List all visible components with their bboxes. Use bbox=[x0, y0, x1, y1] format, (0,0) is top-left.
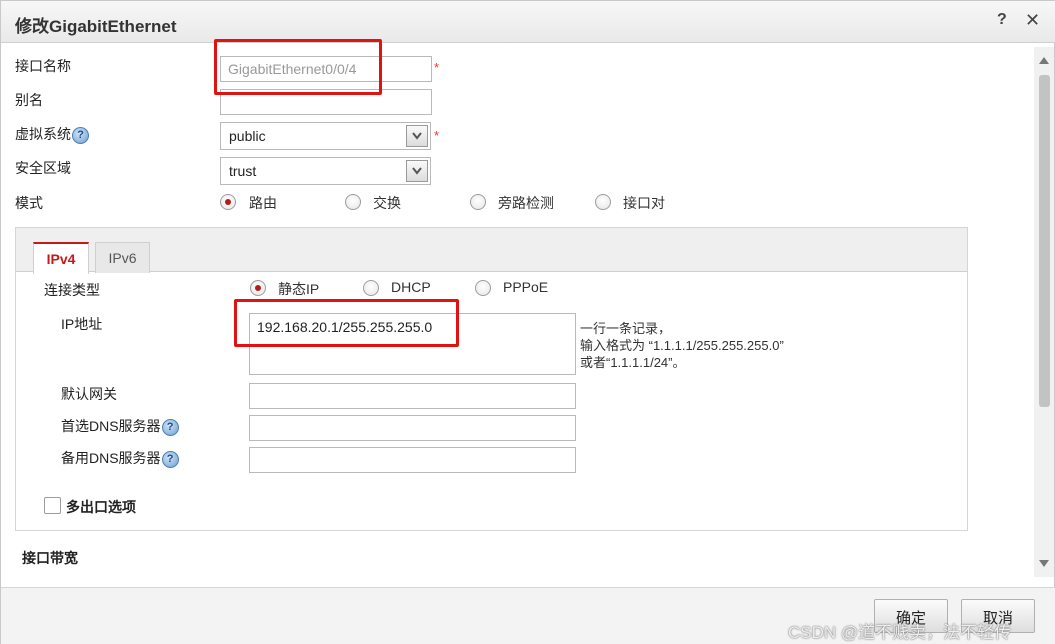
mode-option-route: 路由 bbox=[249, 195, 277, 211]
help-icon[interactable]: ? bbox=[997, 11, 1007, 29]
zone-label: 安全区域 bbox=[15, 160, 71, 176]
vertical-scrollbar[interactable] bbox=[1034, 47, 1054, 577]
interface-name-label: 接口名称 bbox=[15, 58, 71, 74]
zone-select-value: trust bbox=[229, 163, 257, 179]
hint-line: 输入格式为 “1.1.1.1/255.255.255.0” bbox=[580, 338, 784, 353]
scroll-down-icon[interactable] bbox=[1039, 560, 1049, 567]
conn-option-dhcp: DHCP bbox=[391, 279, 431, 295]
mode-radio-switch[interactable] bbox=[345, 194, 361, 210]
conn-option-static: 静态IP bbox=[278, 281, 320, 297]
required-mark: * bbox=[434, 128, 440, 143]
vsys-select[interactable]: public bbox=[220, 122, 431, 150]
vsys-label-text: 虚拟系统 bbox=[15, 126, 71, 142]
chevron-down-icon[interactable] bbox=[406, 160, 428, 182]
dns1-label: 首选DNS服务器? bbox=[61, 416, 179, 436]
vsys-select-value: public bbox=[229, 128, 266, 144]
alias-label: 别名 bbox=[15, 92, 43, 108]
tab-ipv6[interactable]: IPv6 bbox=[95, 242, 150, 273]
mode-radio-route[interactable] bbox=[220, 194, 236, 210]
edit-interface-dialog: 修改GigabitEthernet ? ✕ 接口名称 GigabitEthern… bbox=[0, 0, 1055, 644]
scroll-up-icon[interactable] bbox=[1039, 57, 1049, 64]
highlight-box bbox=[234, 299, 459, 347]
mode-radio-bypass[interactable] bbox=[470, 194, 486, 210]
dns2-label: 备用DNS服务器? bbox=[61, 448, 179, 468]
chevron-down-icon[interactable] bbox=[406, 125, 428, 147]
highlight-box bbox=[214, 39, 382, 95]
tab-ipv4[interactable]: IPv4 bbox=[33, 242, 89, 274]
ip-address-label: IP地址 bbox=[61, 316, 103, 332]
multi-exit-label: 多出口选项 bbox=[66, 499, 136, 515]
ip-address-hint: 一行一条记录， 输入格式为 “1.1.1.1/255.255.255.0” 或者… bbox=[580, 320, 784, 371]
ip-tab-bar: IPv4 IPv6 bbox=[16, 228, 967, 274]
watermark: CSDN @道不贱卖，法不轻传 bbox=[788, 623, 1012, 642]
conn-radio-static[interactable] bbox=[250, 280, 266, 296]
scrollbar-thumb[interactable] bbox=[1039, 75, 1050, 407]
conn-type-label: 连接类型 bbox=[44, 282, 100, 298]
dns2-label-text: 备用DNS服务器 bbox=[61, 450, 161, 466]
close-icon[interactable]: ✕ bbox=[1025, 10, 1040, 31]
dns2-field[interactable] bbox=[249, 447, 576, 473]
bandwidth-section-label[interactable]: 接口带宽 bbox=[22, 548, 78, 568]
ip-config-panel: IPv4 IPv6 bbox=[15, 227, 968, 531]
help-icon[interactable]: ? bbox=[72, 126, 89, 144]
dialog-titlebar: 修改GigabitEthernet ? ✕ bbox=[1, 1, 1055, 43]
mode-radio-pair[interactable] bbox=[595, 194, 611, 210]
gateway-label: 默认网关 bbox=[61, 386, 117, 402]
hint-line: 或者“1.1.1.1/24”。 bbox=[580, 355, 686, 370]
gateway-field[interactable] bbox=[249, 383, 576, 409]
dns1-label-text: 首选DNS服务器 bbox=[61, 418, 161, 434]
required-mark: * bbox=[434, 60, 440, 75]
mode-option-switch: 交换 bbox=[373, 195, 401, 211]
conn-option-pppoe: PPPoE bbox=[503, 279, 549, 295]
mode-label: 模式 bbox=[15, 195, 43, 211]
conn-radio-pppoe[interactable] bbox=[475, 280, 491, 296]
vsys-label: 虚拟系统? bbox=[15, 124, 89, 144]
hint-line: 一行一条记录， bbox=[580, 321, 672, 336]
mode-option-pair: 接口对 bbox=[623, 195, 665, 211]
dns1-field[interactable] bbox=[249, 415, 576, 441]
conn-radio-dhcp[interactable] bbox=[363, 280, 379, 296]
multi-exit-checkbox[interactable] bbox=[44, 497, 61, 514]
help-icon[interactable]: ? bbox=[161, 450, 179, 468]
help-icon[interactable]: ? bbox=[161, 418, 179, 436]
dialog-title: 修改GigabitEthernet bbox=[15, 17, 177, 36]
mode-option-bypass: 旁路检测 bbox=[498, 195, 554, 211]
zone-select[interactable]: trust bbox=[220, 157, 431, 185]
